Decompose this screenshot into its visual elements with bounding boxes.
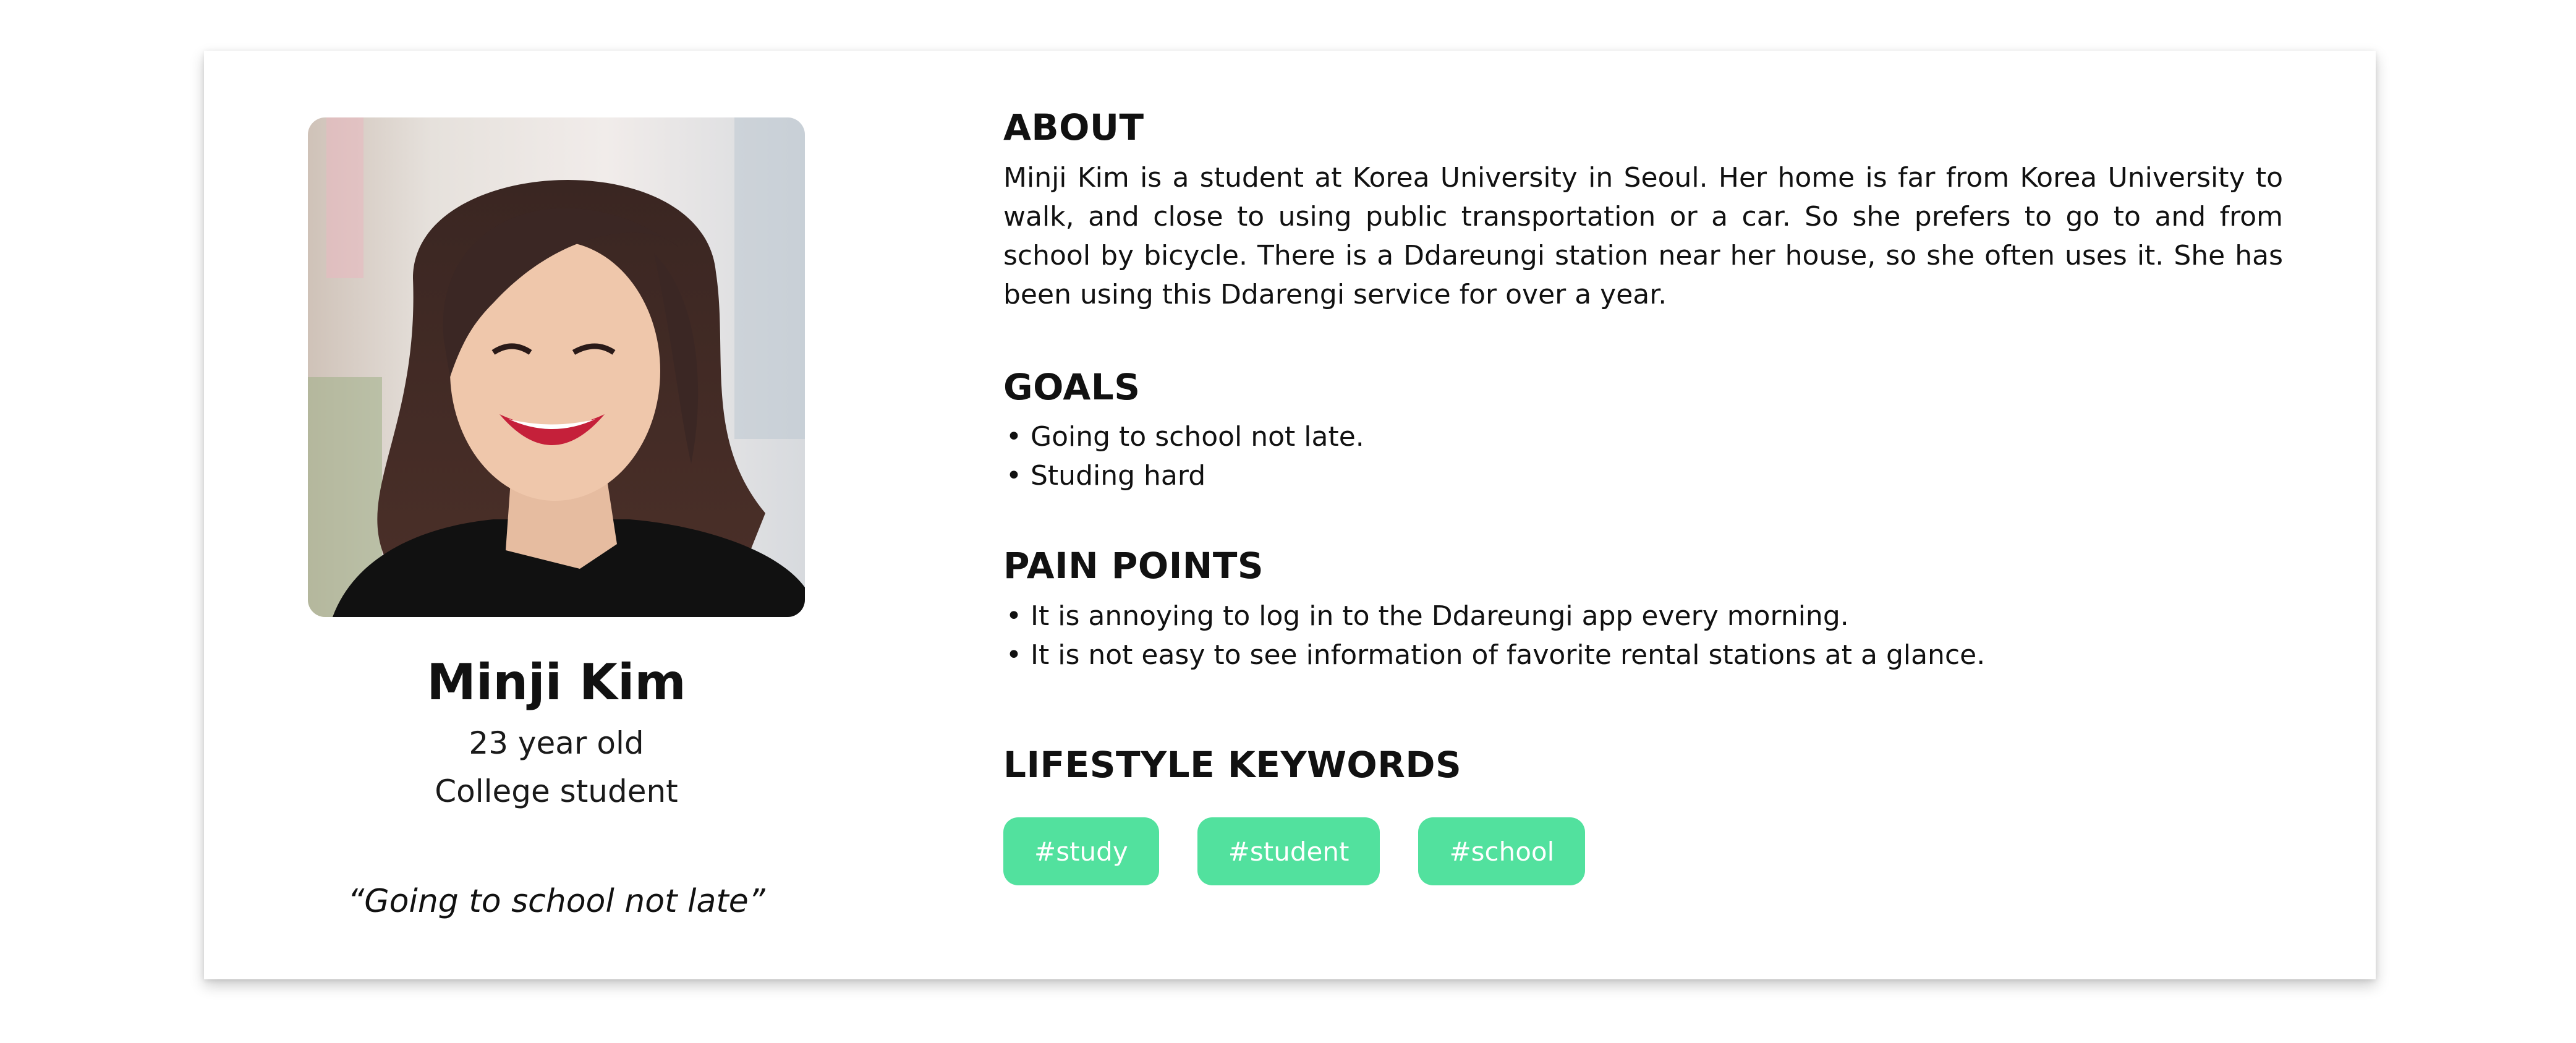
persona-photo-image bbox=[308, 117, 805, 617]
pain-points-list: It is annoying to log in to the Ddareung… bbox=[1003, 597, 2283, 675]
persona-card: Minji Kim 23 year old College student “G… bbox=[204, 51, 2376, 979]
pain-point-item: It is annoying to log in to the Ddareung… bbox=[1003, 597, 2283, 636]
pain-points-section: PAIN POINTS It is annoying to log in to … bbox=[1003, 545, 2283, 675]
goal-item: Going to school not late. bbox=[1003, 417, 2283, 456]
goals-list: Going to school not late. Studing hard bbox=[1003, 417, 2283, 495]
lifestyle-tags: #study #student #school bbox=[1003, 817, 2283, 886]
goals-section: GOALS Going to school not late. Studing … bbox=[1003, 366, 2283, 496]
about-section: ABOUT Minji Kim is a student at Korea Un… bbox=[1003, 106, 2283, 314]
tag-student[interactable]: #student bbox=[1197, 817, 1380, 886]
about-text: Minji Kim is a student at Korea Universi… bbox=[1003, 161, 2283, 310]
persona-photo bbox=[308, 117, 805, 617]
persona-details: ABOUT Minji Kim is a student at Korea Un… bbox=[1003, 106, 2283, 886]
tag-school[interactable]: #school bbox=[1418, 817, 1586, 886]
persona-occupation: College student bbox=[435, 773, 678, 809]
persona-name: Minji Kim bbox=[427, 653, 686, 711]
pain-points-heading: PAIN POINTS bbox=[1003, 545, 1264, 587]
lifestyle-heading: LIFESTYLE KEYWORDS bbox=[1003, 743, 1462, 786]
lifestyle-section: LIFESTYLE KEYWORDS #study #student #scho… bbox=[1003, 744, 2283, 886]
goals-heading: GOALS bbox=[1003, 365, 1141, 408]
tag-study[interactable]: #study bbox=[1003, 817, 1159, 886]
persona-quote: “Going to school not late” bbox=[347, 883, 765, 920]
persona-age: 23 year old bbox=[469, 725, 644, 761]
goal-item: Studing hard bbox=[1003, 456, 2283, 495]
pain-point-item: It is not easy to see information of fav… bbox=[1003, 636, 2283, 675]
about-heading: ABOUT bbox=[1003, 106, 1144, 148]
